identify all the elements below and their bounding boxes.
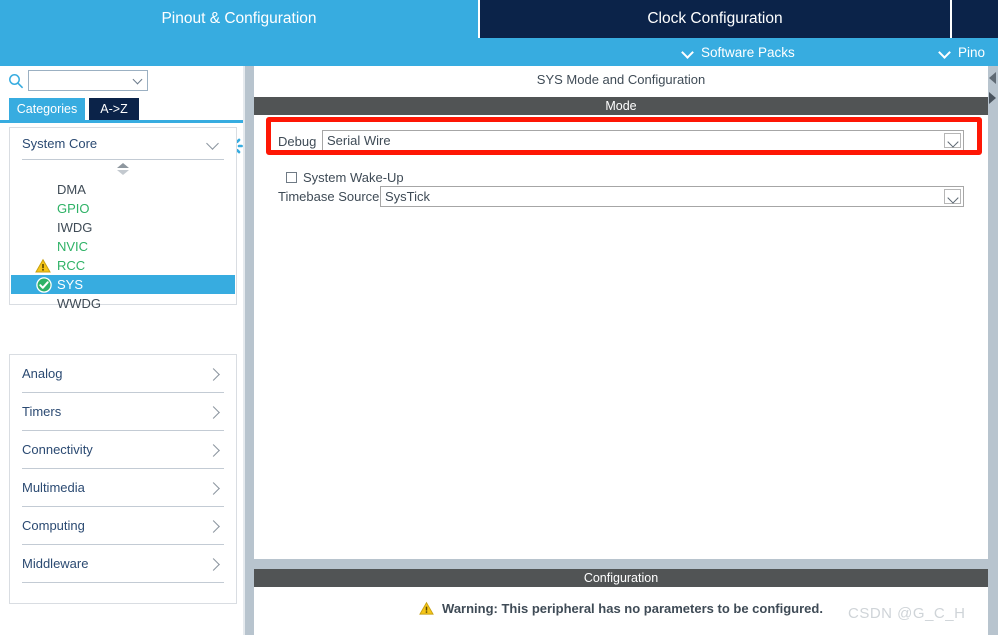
configuration-section-header: Configuration — [254, 569, 988, 587]
system-wakeup-label: System Wake-Up — [303, 170, 404, 185]
section-header-label: Configuration — [583, 571, 659, 585]
search-input[interactable] — [29, 71, 131, 90]
warning-text: Warning: This peripheral has no paramete… — [442, 601, 823, 616]
list-item-nvic[interactable]: NVIC — [10, 237, 236, 256]
expand-right-arrow-icon[interactable] — [989, 92, 996, 104]
main-tab-bar: Pinout & Configuration Clock Configurati… — [0, 0, 998, 38]
pinout-menu[interactable]: Pino — [940, 38, 985, 66]
group-label: Connectivity — [22, 442, 93, 457]
search-icon[interactable] — [8, 73, 24, 89]
panel-title: SYS Mode and Configuration — [254, 66, 988, 92]
list-item-wwdg[interactable]: WWDG — [10, 294, 236, 313]
sidebar-splitter[interactable] — [243, 66, 254, 635]
sidebar-group-analog[interactable]: Analog — [22, 355, 224, 393]
system-wakeup-checkbox[interactable] — [286, 172, 297, 183]
peripheral-label: DMA — [57, 182, 86, 197]
timebase-dropdown[interactable]: SysTick — [380, 186, 964, 207]
tab-clock-configuration[interactable]: Clock Configuration — [480, 0, 950, 38]
software-packs-menu[interactable]: Software Packs — [683, 38, 795, 66]
list-item-iwdg[interactable]: IWDG — [10, 218, 236, 237]
group-panel-system-core: System Core DMA GPIO IWDG NVIC RCC SYS W… — [9, 127, 237, 311]
scroll-spinner[interactable] — [10, 160, 236, 178]
chevron-right-icon — [208, 445, 220, 457]
section-header-label: Mode — [605, 99, 637, 113]
tab-label: A->Z — [100, 102, 128, 116]
tabs-underline — [0, 120, 243, 123]
system-wakeup-row[interactable]: System Wake-Up — [286, 170, 404, 185]
chevron-down-icon[interactable] — [944, 189, 961, 204]
list-item-dma[interactable]: DMA — [10, 180, 236, 199]
sidebar-group-timers[interactable]: Timers — [22, 393, 224, 431]
group-label: Middleware — [22, 556, 89, 571]
timebase-value: SysTick — [385, 189, 431, 204]
peripheral-label: SYS — [57, 277, 84, 292]
tab-label: Pinout & Configuration — [161, 10, 317, 27]
sub-tool-bar: Software Packs Pino — [0, 38, 998, 66]
group-label: Computing — [22, 518, 85, 533]
sidebar-group-multimedia[interactable]: Multimedia — [22, 469, 224, 507]
watermark: CSDN @G_C_H — [848, 605, 966, 622]
spinner-up-icon[interactable] — [117, 163, 129, 168]
sidebar-group-middleware[interactable]: Middleware — [22, 545, 224, 583]
chevron-down-icon — [683, 47, 694, 58]
pinout-label: Pino — [958, 44, 986, 60]
collapse-left-arrow-icon[interactable] — [989, 72, 996, 84]
list-item-gpio[interactable]: GPIO — [10, 199, 236, 218]
timebase-label: Timebase Source — [278, 189, 380, 204]
software-packs-label: Software Packs — [701, 44, 795, 60]
left-sidebar: Categories A->Z System Core DMA GPIO IWD… — [0, 66, 243, 635]
group-label: Analog — [22, 366, 63, 381]
mode-section-header: Mode — [254, 97, 988, 115]
sidebar-group-connectivity[interactable]: Connectivity — [22, 431, 224, 469]
tab-next-partial[interactable] — [952, 0, 998, 38]
chevron-down-icon[interactable] — [134, 76, 143, 85]
group-panel-collapsed: Analog Timers Connectivity Multimedia Co… — [9, 354, 237, 604]
check-circle-icon — [36, 277, 52, 293]
tab-pinout-configuration[interactable]: Pinout & Configuration — [0, 0, 478, 38]
peripheral-label: WWDG — [57, 296, 102, 311]
debug-highlight-annotation — [266, 117, 982, 155]
chevron-down-icon — [208, 139, 220, 151]
list-item-sys[interactable]: SYS — [11, 275, 235, 294]
tab-categories[interactable]: Categories — [9, 98, 85, 120]
splitter-edge — [243, 66, 245, 635]
right-scroll-rail[interactable] — [988, 66, 998, 635]
section-gap — [254, 559, 988, 569]
warning-triangle-icon — [35, 258, 51, 273]
tab-a-to-z[interactable]: A->Z — [89, 98, 139, 120]
warning-triangle-icon — [419, 601, 434, 615]
chevron-down-icon — [940, 47, 951, 58]
chevron-right-icon — [208, 407, 220, 419]
mode-section-body: Debug Serial Wire System Wake-Up Timebas… — [254, 115, 988, 559]
chevron-right-icon — [208, 521, 220, 533]
peripheral-label: RCC — [57, 258, 86, 273]
chevron-right-icon — [208, 559, 220, 571]
search-row — [0, 66, 243, 96]
peripheral-list: DMA GPIO IWDG NVIC RCC SYS WWDG — [10, 178, 236, 313]
cubemx-window: Pinout & Configuration Clock Configurati… — [0, 0, 998, 635]
chevron-right-icon — [208, 369, 220, 381]
search-combobox[interactable] — [28, 70, 148, 91]
chevron-right-icon — [208, 483, 220, 495]
panel-title-label: SYS Mode and Configuration — [536, 71, 706, 87]
group-label: System Core — [22, 136, 98, 151]
peripheral-label: IWDG — [57, 220, 93, 235]
sidebar-view-tabs: Categories A->Z — [0, 98, 243, 120]
sidebar-group-computing[interactable]: Computing — [22, 507, 224, 545]
tab-label: Clock Configuration — [647, 10, 783, 27]
tab-label: Categories — [16, 102, 78, 116]
peripheral-label: NVIC — [57, 239, 89, 254]
sidebar-group-system-core[interactable]: System Core — [22, 128, 224, 160]
group-label: Timers — [22, 404, 62, 419]
group-label: Multimedia — [22, 480, 85, 495]
peripheral-label: GPIO — [57, 201, 90, 216]
list-item-rcc[interactable]: RCC — [10, 256, 236, 275]
spinner-down-icon[interactable] — [117, 170, 129, 175]
